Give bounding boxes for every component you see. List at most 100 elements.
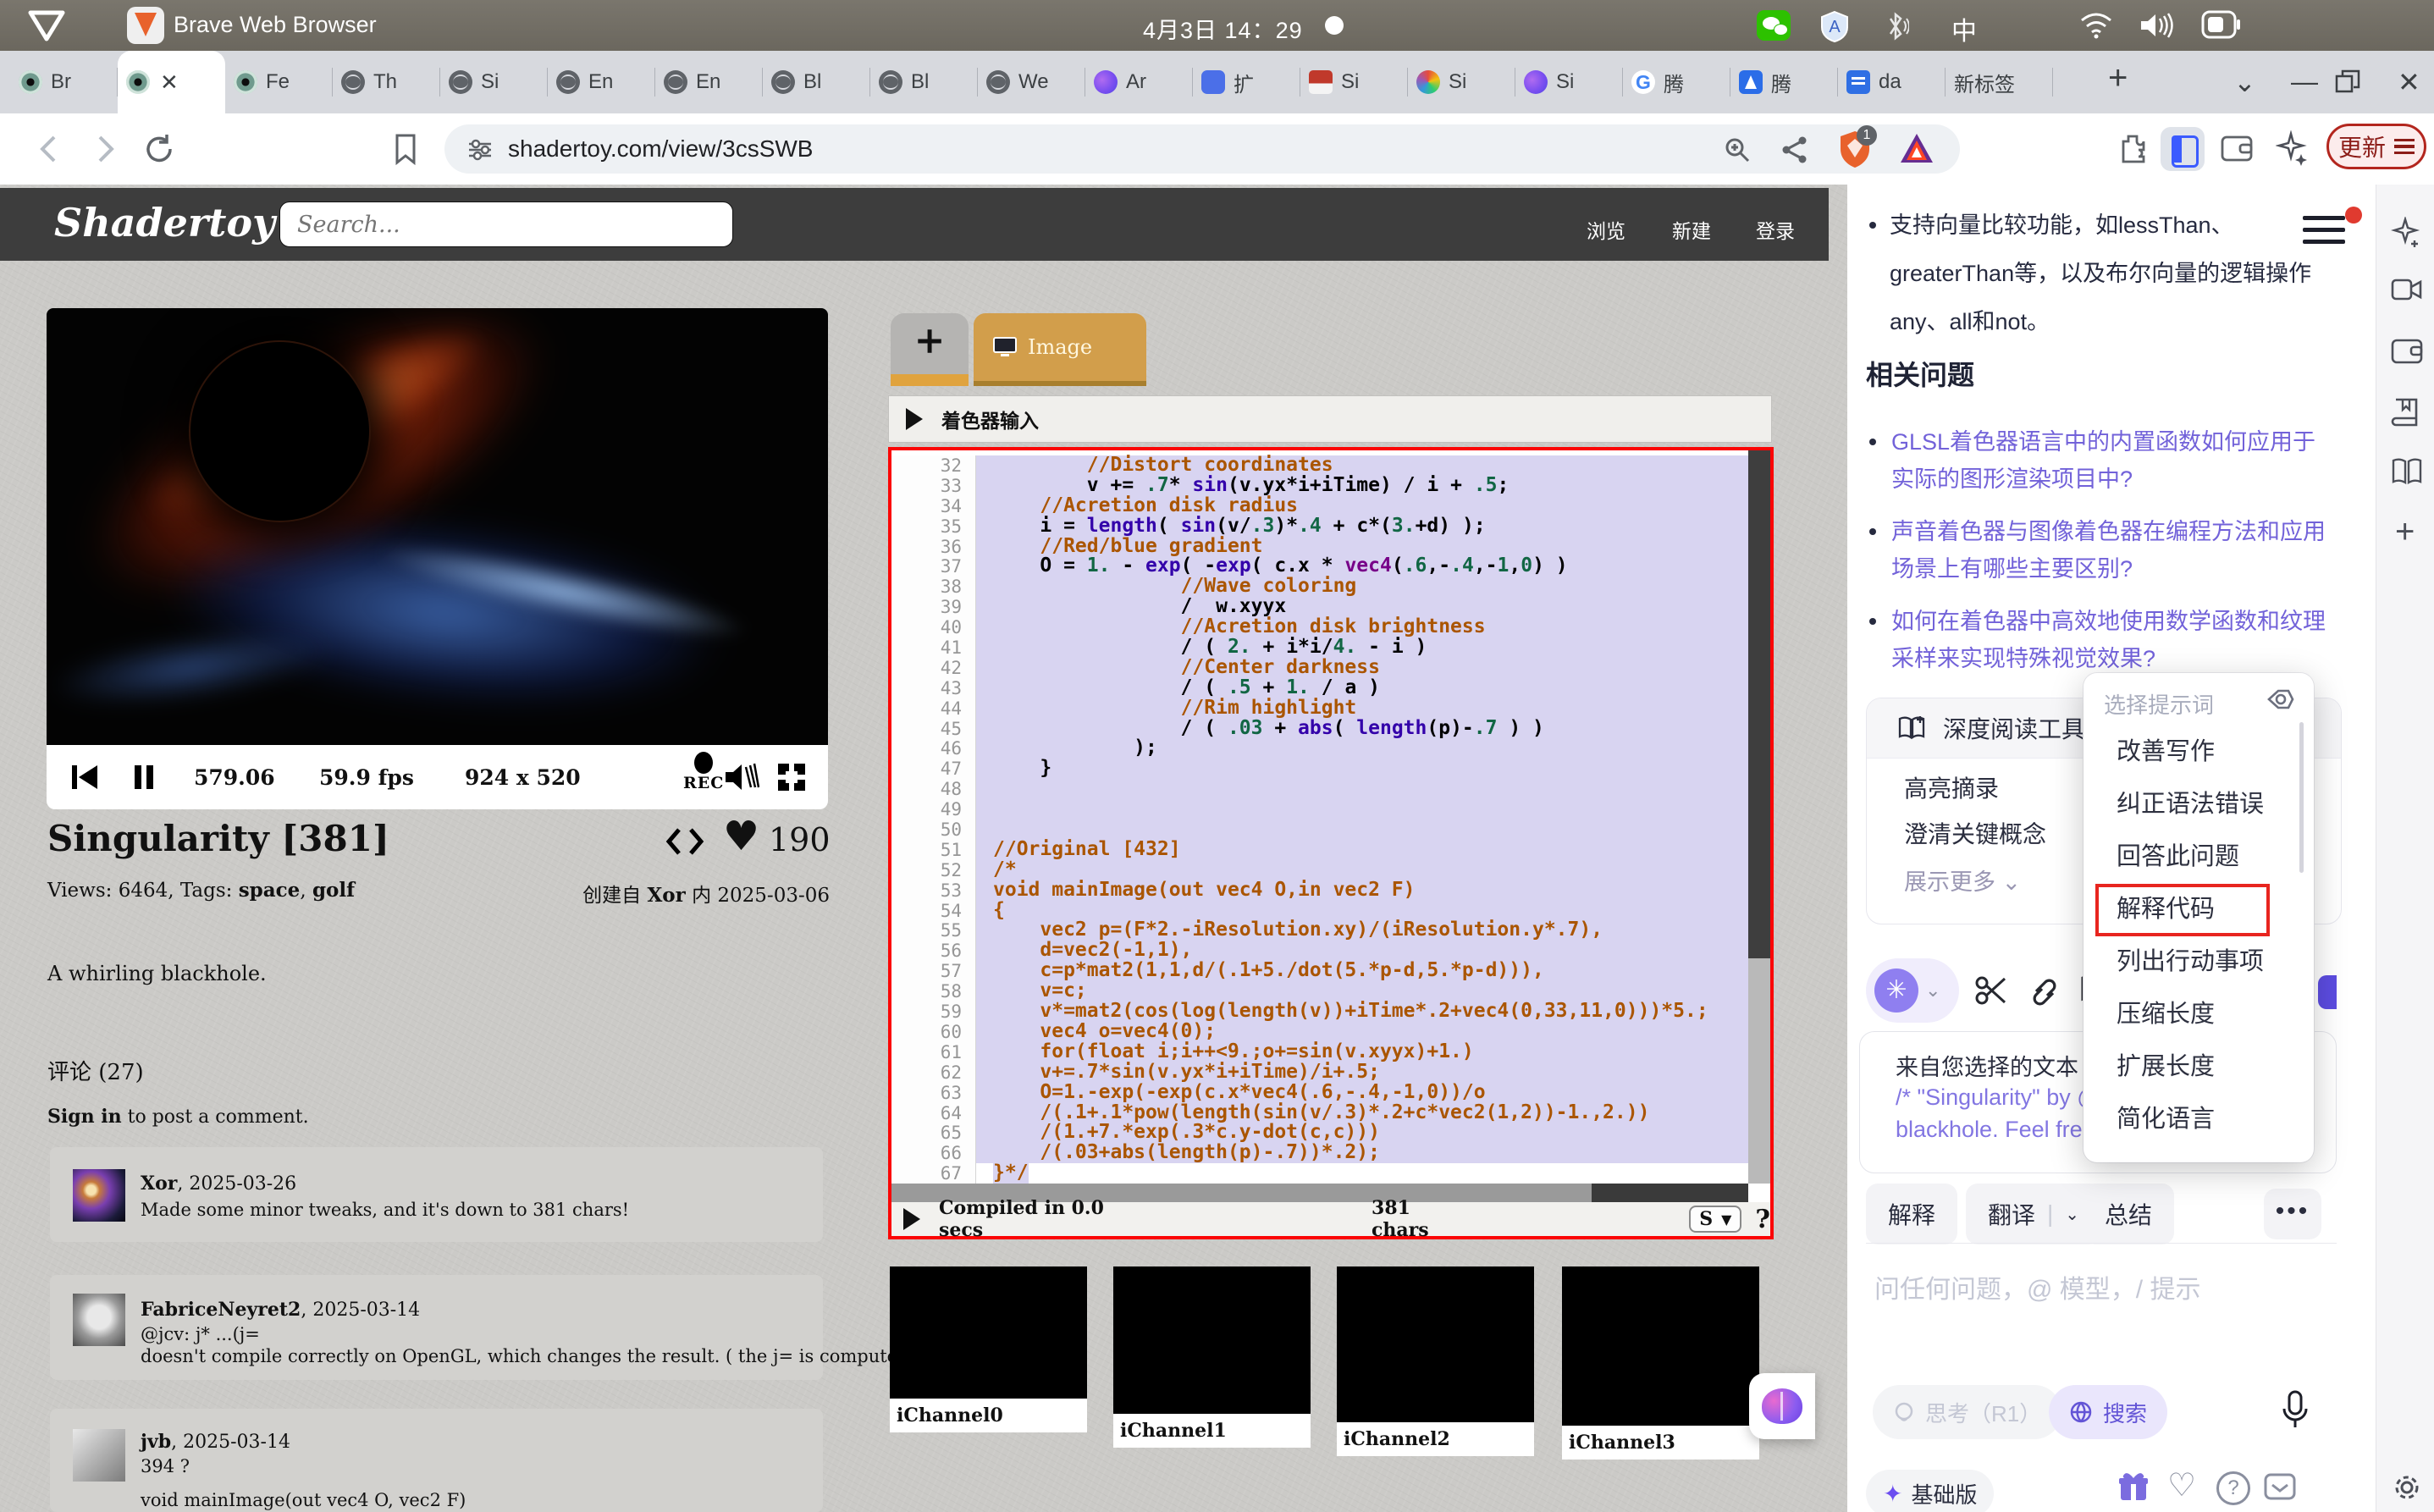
code-line[interactable]: 63 O=1.-exp(-exp(c.x*vec4(.6,-.4,-1,0))/… bbox=[891, 1083, 1748, 1103]
code-line[interactable]: 41 / ( 2. + i*i/4. - i ) bbox=[891, 637, 1748, 658]
code-line[interactable]: 67}*/ bbox=[891, 1163, 1748, 1184]
browser-tab[interactable]: Si bbox=[1408, 51, 1515, 113]
code-line[interactable]: 66 /(.03+abs(length(p)-.7))*.2); bbox=[891, 1143, 1748, 1163]
like-heart-icon[interactable]: ♥ bbox=[723, 813, 759, 860]
avatar[interactable] bbox=[73, 1294, 125, 1346]
ichannel1-slot[interactable]: iChannel1 bbox=[1113, 1266, 1311, 1448]
related-question-link[interactable]: 如何在着色器中高效地使用数学函数和纹理采样来实现特殊视觉效果? bbox=[1866, 603, 2327, 677]
security-shield-icon[interactable]: A bbox=[1820, 10, 1849, 42]
browser-tab[interactable]: Bl bbox=[763, 51, 870, 113]
browser-tab[interactable]: Si bbox=[440, 51, 548, 113]
bookmark-icon[interactable] bbox=[391, 132, 420, 166]
bookmark-book-icon[interactable] bbox=[2391, 396, 2421, 428]
ichannel2-slot[interactable]: iChannel2 bbox=[1337, 1266, 1534, 1456]
code-line[interactable]: 54{ bbox=[891, 901, 1748, 921]
system-clock[interactable]: 4月3日 14：29 bbox=[1143, 12, 1303, 45]
signin-link[interactable]: Sign in bbox=[47, 1106, 122, 1128]
code-line[interactable]: 57 c=p*mat2(1,1,d/(.1+5./dot(5.*p-d,5.*p… bbox=[891, 961, 1748, 981]
code-line[interactable]: 58 v=c; bbox=[891, 981, 1748, 1002]
explain-button[interactable]: 解释 bbox=[1866, 1184, 1957, 1244]
prompt-item-highlighted[interactable]: 解释代码 bbox=[2084, 883, 2314, 935]
link-icon[interactable] bbox=[2027, 974, 2061, 1007]
think-mode-pill[interactable]: 思考（R1） bbox=[1873, 1385, 2061, 1439]
prompt-item[interactable]: 列出行动事项 bbox=[2084, 935, 2314, 988]
insert-button-sliver[interactable] bbox=[2318, 975, 2337, 1009]
share-icon[interactable] bbox=[1780, 135, 1809, 164]
fullscreen-button[interactable] bbox=[776, 762, 807, 792]
code-line[interactable]: 45 / ( .03 + abs( length(p)-.7 ) ) bbox=[891, 719, 1748, 739]
add-render-pass-tab[interactable]: + bbox=[891, 313, 969, 374]
code-line[interactable]: 49 bbox=[891, 799, 1748, 819]
leo-ai-sparkle-icon[interactable] bbox=[2276, 130, 2310, 166]
ichannel0-slot[interactable]: iChannel0 bbox=[890, 1266, 1087, 1432]
browser-tab[interactable]: 腾 bbox=[1730, 51, 1838, 113]
code-line[interactable]: 51//Original [432] bbox=[891, 840, 1748, 860]
browser-tab[interactable]: 扩 bbox=[1193, 51, 1300, 113]
code-line[interactable]: 34 //Acretion disk radius bbox=[891, 496, 1748, 516]
summarize-button[interactable]: 总结 bbox=[2083, 1184, 2174, 1244]
ime-zh-icon[interactable]: 中 bbox=[1951, 10, 1977, 47]
code-line[interactable]: 38 //Wave coloring bbox=[891, 577, 1748, 597]
gear-icon[interactable] bbox=[2266, 685, 2295, 714]
code-line[interactable]: 37 O = 1. - exp( -exp( c.x * vec4(.6,-.4… bbox=[891, 556, 1748, 577]
browser-tab[interactable]: Si bbox=[1515, 51, 1623, 113]
browser-tab[interactable]: En bbox=[548, 51, 655, 113]
code-line[interactable]: 61 for(float i;i++<9.;o+=sin(v.xyyx)+1.) bbox=[891, 1042, 1748, 1062]
wifi-icon[interactable] bbox=[2078, 10, 2114, 39]
ichannel3-slot[interactable]: iChannel3 bbox=[1562, 1266, 1759, 1460]
code-line[interactable]: 39 / w.xyyx bbox=[891, 597, 1748, 617]
tag-golf[interactable]: golf bbox=[312, 879, 355, 902]
embed-code-icon[interactable] bbox=[665, 826, 704, 857]
panel-menu-button[interactable] bbox=[2296, 208, 2352, 264]
code-line[interactable]: 52/* bbox=[891, 860, 1748, 880]
avatar[interactable] bbox=[73, 1429, 125, 1482]
code-line[interactable]: 36 //Red/blue gradient bbox=[891, 537, 1748, 557]
code-line[interactable]: 44 //Rim highlight bbox=[891, 698, 1748, 719]
inbox-mail-icon[interactable] bbox=[2264, 1473, 2296, 1500]
code-line[interactable]: 59 v*=mat2(cos(log(length(v))+iTime*.2+v… bbox=[891, 1002, 1748, 1022]
plan-badge[interactable]: ✦ 基础版 bbox=[1866, 1470, 1994, 1512]
wallet-icon[interactable] bbox=[2220, 132, 2254, 164]
system-logo-icon[interactable] bbox=[27, 10, 66, 42]
prompt-item[interactable]: 扩展长度 bbox=[2084, 1040, 2314, 1093]
volume-icon[interactable] bbox=[2138, 10, 2173, 41]
prompt-item[interactable]: 纠正语法错误 bbox=[2084, 778, 2314, 830]
code-line[interactable]: 33 v += .7* sin(v.yx*i+iTime) / i + .5; bbox=[891, 476, 1748, 496]
ask-input-placeholder[interactable]: 问任何问题，@ 模型，/ 提示 bbox=[1874, 1268, 2200, 1305]
volume-button[interactable] bbox=[722, 760, 759, 794]
code-editor[interactable]: 32 //Distort coordinates33 v += .7* sin(… bbox=[888, 447, 1774, 1239]
browser-tab[interactable]: Br bbox=[10, 51, 118, 113]
preset-dropdown[interactable]: S▼ bbox=[1689, 1206, 1741, 1233]
browser-tab[interactable]: 新标签 bbox=[1946, 51, 2053, 113]
code-line[interactable]: 46 ); bbox=[891, 738, 1748, 759]
comment-author[interactable]: Xor bbox=[141, 1173, 177, 1195]
favorite-heart-icon[interactable]: ♡ bbox=[2167, 1466, 2196, 1504]
code-line[interactable]: 32 //Distort coordinates bbox=[891, 455, 1748, 476]
video-call-icon[interactable] bbox=[2391, 276, 2423, 303]
tab-search-chevron-icon[interactable]: ⌄ bbox=[2233, 66, 2256, 98]
prompt-item[interactable]: 改善写作 bbox=[2084, 726, 2314, 778]
code-line[interactable]: 55 vec2 p=(F*2.-iResolution.xy)/(iResolu… bbox=[891, 920, 1748, 941]
comment-author[interactable]: FabriceNeyret2 bbox=[141, 1299, 301, 1321]
browser-tab[interactable]: Th bbox=[333, 51, 440, 113]
code-line[interactable]: 50 bbox=[891, 819, 1748, 840]
nav-signin[interactable]: 登录 bbox=[1756, 215, 1795, 244]
minimize-button[interactable]: — bbox=[2291, 66, 2318, 97]
shader-canvas[interactable] bbox=[47, 308, 828, 745]
help-button[interactable]: ? bbox=[1755, 1205, 1770, 1234]
code-line[interactable]: 64 /(.1+.1*pow(length(sin(v/.3)*.2+c*vec… bbox=[891, 1103, 1748, 1123]
close-tab-icon[interactable]: ✕ bbox=[160, 69, 179, 96]
code-line[interactable]: 47 } bbox=[891, 759, 1748, 779]
back-icon[interactable] bbox=[34, 132, 64, 166]
comment-author[interactable]: jvb bbox=[141, 1431, 171, 1453]
record-button[interactable]: REC bbox=[683, 752, 724, 792]
translate-button[interactable]: 翻译|⌄ bbox=[1966, 1184, 2101, 1244]
bat-rewards-icon[interactable] bbox=[1899, 132, 1935, 166]
gift-icon[interactable] bbox=[2117, 1470, 2150, 1504]
browser-tab[interactable]: Bl bbox=[870, 51, 978, 113]
shader-inputs-bar[interactable]: 着色器输入 bbox=[888, 395, 1772, 443]
browser-tab-active[interactable]: ✕ bbox=[118, 51, 225, 113]
leo-sparkle-icon[interactable] bbox=[2391, 217, 2421, 251]
tag-space[interactable]: space bbox=[239, 879, 301, 902]
settings-gear-icon[interactable] bbox=[2391, 1471, 2423, 1504]
